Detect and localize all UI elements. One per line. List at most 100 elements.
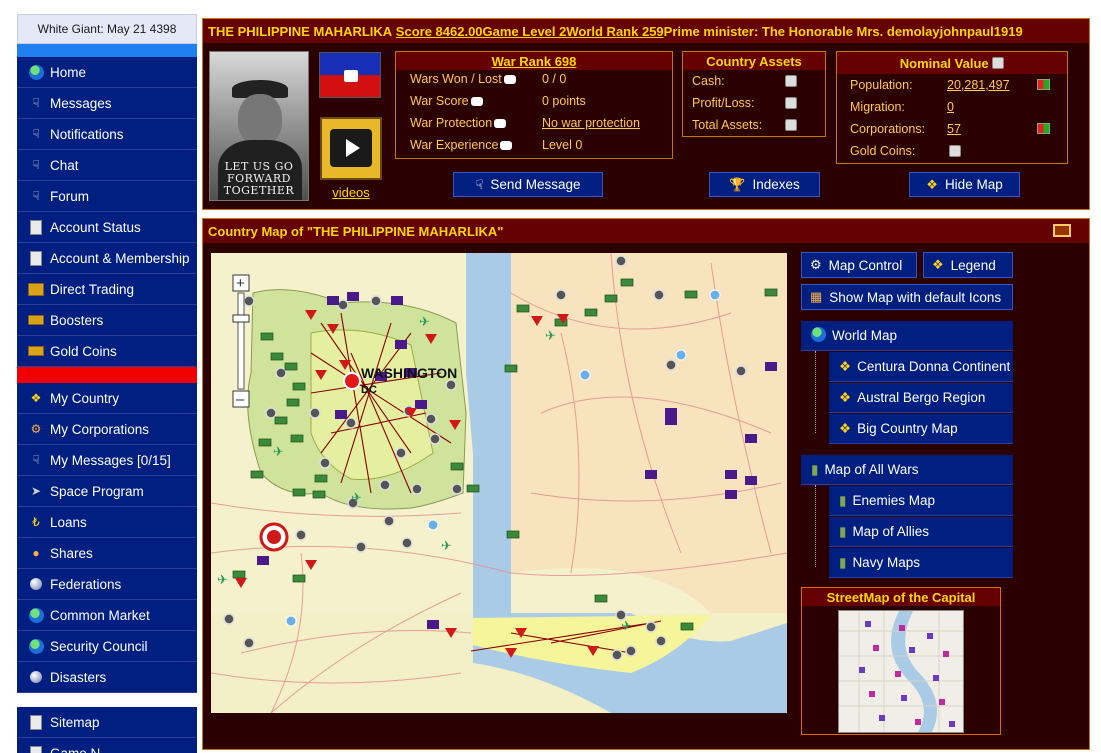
streetmap-box[interactable]: StreetMap of the Capital: [801, 587, 1001, 735]
factory-icon[interactable]: [645, 470, 657, 479]
sidebar-item-shares[interactable]: ● Shares: [17, 538, 197, 569]
send-message-button[interactable]: ☟ Send Message: [453, 172, 603, 197]
factory-icon[interactable]: [765, 362, 777, 371]
videos-link[interactable]: videos: [320, 185, 382, 200]
lock-icon[interactable]: [785, 97, 797, 109]
city-node[interactable]: [625, 645, 637, 657]
tank-icon[interactable]: [250, 470, 264, 479]
country-flag[interactable]: [319, 52, 381, 98]
chat-bubble-icon[interactable]: [494, 119, 507, 129]
capital-marker[interactable]: [343, 372, 361, 390]
window-toggle-icon[interactable]: [1053, 224, 1071, 237]
chat-bubble-icon[interactable]: [503, 75, 516, 85]
star-base-icon[interactable]: [285, 615, 297, 627]
city-node[interactable]: [223, 613, 235, 625]
factory-icon[interactable]: [665, 408, 677, 417]
lock-icon[interactable]: [949, 145, 961, 157]
factory-icon[interactable]: [745, 434, 757, 443]
world-map-item-big-country-map[interactable]: ❖ Big Country Map: [829, 414, 1013, 444]
indexes-button[interactable]: 🏆 Indexes: [709, 172, 820, 197]
sidebar-item-sitemap[interactable]: Sitemap: [17, 707, 197, 738]
nominal-row-value[interactable]: 20,281,497: [947, 78, 1010, 92]
city-node[interactable]: [555, 289, 567, 301]
city-node[interactable]: [615, 255, 627, 267]
tank-icon[interactable]: [292, 574, 306, 583]
sidebar-item-notifications[interactable]: ☟ Notifications: [17, 119, 197, 150]
sidebar-item-common-market[interactable]: Common Market: [17, 600, 197, 631]
tank-icon[interactable]: [764, 288, 778, 297]
city-node[interactable]: [655, 635, 667, 647]
tank-icon[interactable]: [232, 570, 246, 579]
factory-icon[interactable]: [257, 556, 269, 565]
world-rank-link[interactable]: World Rank 259: [566, 24, 663, 39]
tank-icon[interactable]: [292, 488, 306, 497]
city-node[interactable]: [345, 417, 357, 429]
city-node[interactable]: [653, 289, 665, 301]
factory-icon[interactable]: [665, 416, 677, 425]
city-node[interactable]: [243, 637, 255, 649]
city-node[interactable]: [611, 649, 623, 661]
aircraft-icon[interactable]: ✈: [441, 538, 452, 553]
asset-lock-icon[interactable]: [785, 75, 797, 90]
tank-icon[interactable]: [516, 304, 530, 313]
sidebar-item-forum[interactable]: ☟ Forum: [17, 181, 197, 212]
factory-icon[interactable]: [427, 620, 439, 629]
star-base-icon[interactable]: [675, 349, 687, 361]
factory-icon[interactable]: [725, 490, 737, 499]
chat-bubble-icon[interactable]: [500, 141, 513, 151]
factory-icon[interactable]: [395, 340, 407, 349]
asset-lock-icon[interactable]: [785, 97, 797, 112]
hide-map-button[interactable]: ❖ Hide Map: [909, 172, 1020, 197]
lock-icon[interactable]: [785, 75, 797, 87]
factory-icon[interactable]: [347, 292, 359, 301]
star-base-icon[interactable]: [579, 369, 591, 381]
wars-map-item-map-of-allies[interactable]: ▮ Map of Allies: [829, 517, 1013, 547]
star-base-icon[interactable]: [709, 289, 721, 301]
sidebar-item-my-country[interactable]: ❖ My Country: [17, 383, 197, 414]
tank-icon[interactable]: [584, 308, 598, 317]
tank-icon[interactable]: [286, 398, 300, 407]
world-map-item-centura-donna-continent[interactable]: ❖ Centura Donna Continent: [829, 352, 1013, 382]
city-node[interactable]: [243, 295, 255, 307]
city-node[interactable]: [429, 433, 441, 445]
factory-icon[interactable]: [391, 296, 403, 305]
city-node[interactable]: [379, 479, 391, 491]
score-link[interactable]: Score 8462.00: [396, 24, 483, 39]
leader-portrait[interactable]: LET US GO FORWARD TOGETHER: [209, 51, 309, 201]
tank-icon[interactable]: [314, 474, 328, 483]
asset-lock-icon[interactable]: [785, 119, 797, 134]
aircraft-icon[interactable]: ✈: [217, 572, 228, 587]
lock-icon[interactable]: [785, 119, 797, 131]
aircraft-icon[interactable]: ✈: [621, 618, 632, 633]
info-icon[interactable]: [992, 57, 1005, 69]
sidebar-item-account-membership[interactable]: Account & Membership: [17, 243, 197, 274]
streetmap-thumbnail[interactable]: [838, 610, 964, 733]
city-node[interactable]: [735, 365, 747, 377]
city-node[interactable]: [445, 379, 457, 391]
tank-icon[interactable]: [620, 278, 634, 287]
city-node[interactable]: [425, 413, 437, 425]
chat-bubble-icon[interactable]: [470, 97, 483, 107]
sidebar-item-loans[interactable]: ₺ Loans: [17, 507, 197, 538]
sidebar-item-messages[interactable]: ☟ Messages: [17, 88, 197, 119]
tank-icon[interactable]: [260, 332, 274, 341]
sidebar-item-account-status[interactable]: Account Status: [17, 212, 197, 243]
game-level-link[interactable]: Game Level 2: [483, 24, 567, 39]
sidebar-item-my-messages-0-15[interactable]: ☟ My Messages [0/15]: [17, 445, 197, 476]
factory-icon[interactable]: [327, 296, 339, 305]
sidebar-item-boosters[interactable]: Boosters: [17, 305, 197, 336]
aircraft-icon[interactable]: ✈: [273, 444, 284, 459]
tank-icon[interactable]: [270, 352, 284, 361]
city-node[interactable]: [275, 367, 287, 379]
nominal-row-value[interactable]: 57: [947, 122, 961, 136]
tank-icon[interactable]: [290, 434, 304, 443]
tank-icon[interactable]: [604, 294, 618, 303]
tank-icon[interactable]: [594, 594, 608, 603]
map-control-button[interactable]: ⚙ Map Control: [801, 252, 917, 278]
city-node[interactable]: [295, 529, 307, 541]
city-node[interactable]: [401, 537, 413, 549]
city-node[interactable]: [411, 483, 423, 495]
zoom-slider-handle[interactable]: [232, 314, 250, 323]
zoom-slider-track[interactable]: [237, 292, 245, 390]
city-node[interactable]: [319, 457, 331, 469]
